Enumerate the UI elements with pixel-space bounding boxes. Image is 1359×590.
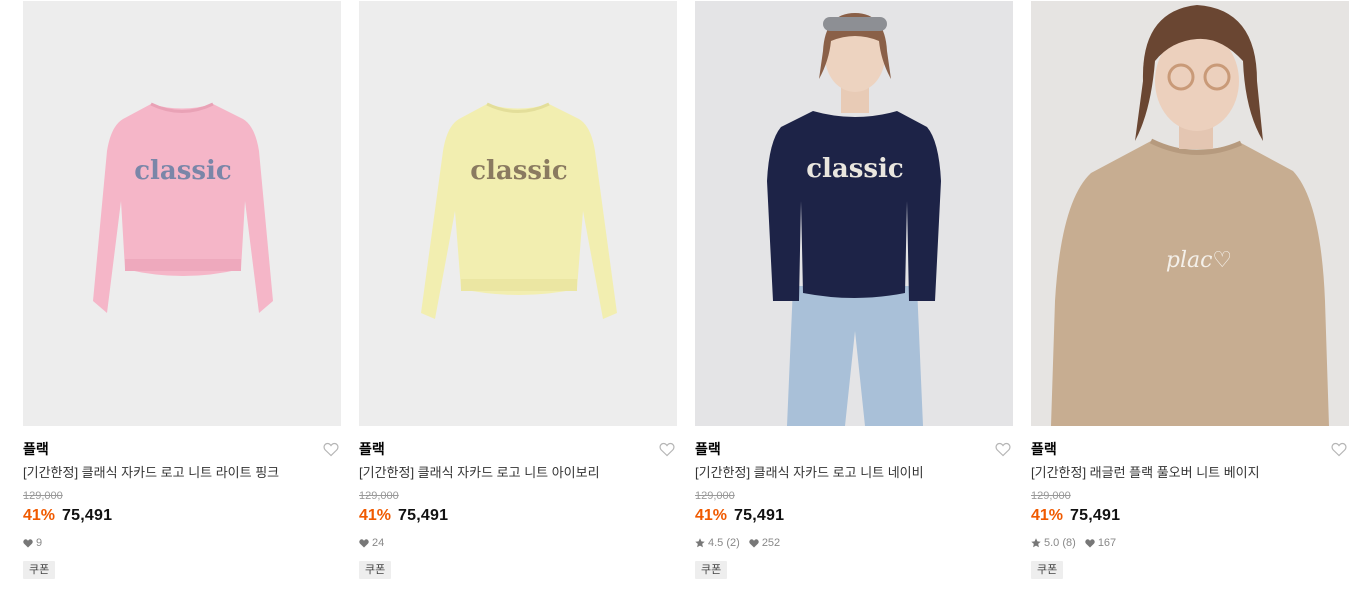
heart-filled-icon — [749, 538, 759, 548]
coupon-badge[interactable]: 쿠폰 — [359, 561, 392, 579]
svg-text:classic: classic — [806, 154, 904, 184]
discount-rate: 41% — [1031, 507, 1064, 524]
sale-price: 75,491 — [734, 507, 785, 524]
original-price: 129,000 — [1031, 490, 1071, 502]
product-image[interactable]: classic — [359, 1, 677, 426]
like-count: 252 — [761, 537, 781, 549]
product-title[interactable]: [기간한정] 클래식 자카드 로고 니트 아이보리 — [359, 464, 677, 481]
product-info: 플랙 [기간한정] 클래식 자카드 로고 니트 아이보리 129,000 41%… — [359, 426, 677, 579]
product-meta: 24 — [359, 536, 677, 550]
like-count: 24 — [372, 537, 385, 549]
price-row: 41% 75,491 — [1031, 506, 1349, 526]
product-card[interactable]: plac♡ 플랙 [기간한정] 래글런 플랙 풀오버 니트 베이지 129,00… — [1031, 1, 1349, 579]
product-card[interactable]: classic 플랙 [기간한정] 클래식 자카드 로고 니트 아이보리 129… — [359, 1, 677, 579]
brand-name[interactable]: 플랙 — [359, 440, 677, 458]
product-info: 플랙 [기간한정] 클래식 자카드 로고 니트 네이비 129,000 41% … — [695, 426, 1013, 579]
discount-rate: 41% — [695, 507, 728, 524]
product-card[interactable]: classic 플랙 [기간한정] 클래식 자카드 로고 니트 라이트 핑크 1… — [23, 1, 341, 579]
product-title[interactable]: [기간한정] 클래식 자카드 로고 니트 라이트 핑크 — [23, 464, 341, 481]
brand-name[interactable]: 플랙 — [1031, 440, 1349, 458]
product-title[interactable]: [기간한정] 클래식 자카드 로고 니트 네이비 — [695, 464, 1013, 481]
review-count: (2) — [726, 537, 740, 549]
model-navy-sweater-image: classic — [695, 1, 1013, 426]
heart-filled-icon — [23, 538, 33, 548]
product-grid: classic 플랙 [기간한정] 클래식 자카드 로고 니트 라이트 핑크 1… — [23, 1, 1349, 579]
wishlist-heart-icon[interactable] — [659, 442, 675, 457]
product-meta: 5.0 (8) 167 — [1031, 536, 1349, 550]
discount-rate: 41% — [23, 507, 56, 524]
brand-name[interactable]: 플랙 — [23, 440, 341, 458]
product-meta: 4.5 (2) 252 — [695, 536, 1013, 550]
sweater-pink-image: classic — [23, 1, 341, 426]
coupon-badge[interactable]: 쿠폰 — [695, 561, 728, 579]
product-image[interactable]: classic — [23, 1, 341, 426]
sale-price: 75,491 — [62, 507, 113, 524]
svg-text:classic: classic — [470, 156, 568, 186]
product-image[interactable]: classic — [695, 1, 1013, 426]
price-row: 41% 75,491 — [23, 506, 341, 526]
coupon-badge[interactable]: 쿠폰 — [23, 561, 56, 579]
product-image[interactable]: plac♡ — [1031, 1, 1349, 426]
product-meta: 9 — [23, 536, 341, 550]
svg-text:classic: classic — [134, 156, 232, 186]
heart-filled-icon — [359, 538, 369, 548]
product-title[interactable]: [기간한정] 래글런 플랙 풀오버 니트 베이지 — [1031, 464, 1349, 481]
like-count: 167 — [1097, 537, 1117, 549]
brand-name[interactable]: 플랙 — [695, 440, 1013, 458]
price-row: 41% 75,491 — [695, 506, 1013, 526]
coupon-badge[interactable]: 쿠폰 — [1031, 561, 1064, 579]
original-price: 129,000 — [695, 490, 735, 502]
product-card[interactable]: classic 플랙 [기간한정] 클래식 자카드 로고 니트 네이비 129,… — [695, 1, 1013, 579]
discount-rate: 41% — [359, 507, 392, 524]
original-price: 129,000 — [23, 490, 63, 502]
wishlist-heart-icon[interactable] — [995, 442, 1011, 457]
product-info: 플랙 [기간한정] 클래식 자카드 로고 니트 라이트 핑크 129,000 4… — [23, 426, 341, 579]
wishlist-heart-icon[interactable] — [1331, 442, 1347, 457]
sale-price: 75,491 — [1070, 507, 1121, 524]
star-icon — [1031, 538, 1041, 548]
price-row: 41% 75,491 — [359, 506, 677, 526]
rating-score: 4.5 — [708, 537, 724, 549]
product-info: 플랙 [기간한정] 래글런 플랙 풀오버 니트 베이지 129,000 41% … — [1031, 426, 1349, 579]
like-count: 9 — [36, 537, 43, 549]
model-beige-sweater-image: plac♡ — [1031, 1, 1349, 426]
svg-text:plac♡: plac♡ — [1166, 248, 1232, 273]
rating-score: 5.0 — [1044, 537, 1060, 549]
star-icon — [695, 538, 705, 548]
wishlist-heart-icon[interactable] — [323, 442, 339, 457]
sweater-ivory-image: classic — [359, 1, 677, 426]
heart-filled-icon — [1085, 538, 1095, 548]
sale-price: 75,491 — [398, 507, 449, 524]
review-count: (8) — [1062, 537, 1076, 549]
original-price: 129,000 — [359, 490, 399, 502]
